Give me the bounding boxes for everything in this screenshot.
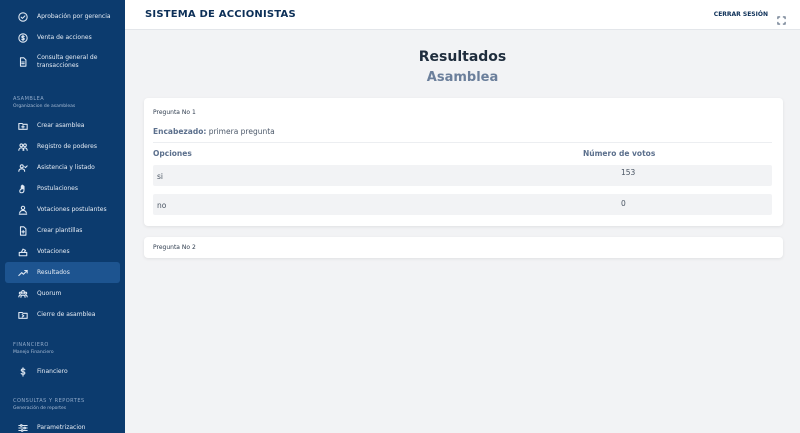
sidebar-item-registro-poderes[interactable]: Registro de poderes: [5, 136, 120, 157]
option-cell: si: [157, 172, 163, 181]
sidebar-item-crear-plantillas[interactable]: Crear plantillas: [5, 220, 120, 241]
sidebar-item-label: Consulta general de transacciones: [37, 54, 98, 69]
sidebar-item-votaciones[interactable]: Votaciones: [5, 241, 120, 262]
top-bar: SISTEMA DE ACCIONISTAS CERRAR SESIÓN: [125, 0, 800, 30]
sidebar-item-label: Parametrizacion: [37, 424, 86, 431]
trending-up-icon: [17, 267, 29, 279]
section-title: CONSULTAS Y REPORTES: [13, 398, 85, 404]
page-title: Resultados: [418, 49, 507, 65]
sidebar-item-consulta-transacciones[interactable]: Consulta general de transacciones: [5, 48, 120, 76]
option-cell: no: [157, 201, 167, 210]
users-check-icon: [17, 162, 29, 174]
sidebar-item-label: Crear asamblea: [37, 122, 85, 129]
question-card: Pregunta No 1 Encabezado: primera pregun…: [144, 98, 783, 226]
sidebar-item-label: Votaciones postulantes: [37, 206, 107, 213]
hand-icon: [17, 183, 29, 195]
app-title: SISTEMA DE ACCIONISTAS: [145, 9, 296, 20]
sidebar-item-quorum[interactable]: Quorum: [5, 283, 120, 304]
check-circle-icon: [17, 11, 29, 23]
sidebar-item-crear-asamblea[interactable]: Crear asamblea: [5, 115, 120, 136]
sidebar-item-label: Resultados: [37, 269, 70, 276]
sidebar-item-label: Asistencia y listado: [37, 164, 95, 171]
sidebar-item-label: Financiero: [37, 368, 68, 375]
dollar-icon: [17, 366, 29, 378]
section-financiero: FINANCIERO Manejo Financiero: [0, 342, 125, 355]
document-plus-icon: [17, 225, 29, 237]
section-title: ASAMBLEA: [13, 96, 45, 102]
question-heading: Encabezado: primera pregunta: [153, 127, 275, 136]
sidebar: Aprobación por gerencia Venta de accione…: [0, 0, 125, 433]
sidebar-item-label: Registro de poderes: [37, 143, 97, 150]
users-icon: [17, 141, 29, 153]
sidebar-item-venta-acciones[interactable]: Venta de acciones: [5, 27, 120, 48]
votes-cell: 153: [621, 168, 636, 177]
votes-cell: 0: [621, 199, 626, 208]
sidebar-item-resultados[interactable]: Resultados: [5, 262, 120, 283]
question-card[interactable]: Pregunta No 2: [144, 237, 783, 258]
question-heading-value: primera pregunta: [206, 127, 275, 136]
user-vote-icon: [17, 204, 29, 216]
fullscreen-icon[interactable]: [777, 10, 786, 25]
section-consultas-reportes: CONSULTAS Y REPORTES Generación de repor…: [0, 398, 125, 411]
sidebar-item-cierre-asamblea[interactable]: Cierre de asamblea: [5, 304, 120, 325]
sidebar-item-label: Quorum: [37, 290, 62, 297]
question-label[interactable]: Pregunta No 2: [153, 244, 196, 251]
document-icon: [17, 56, 29, 68]
section-title: FINANCIERO: [13, 342, 49, 348]
sidebar-item-label: Crear plantillas: [37, 227, 83, 234]
table-row: si 153: [153, 165, 772, 186]
folder-plus-icon: [17, 120, 29, 132]
sidebar-item-label: Postulaciones: [37, 185, 78, 192]
dollar-circle-icon: [17, 32, 29, 44]
sidebar-item-asistencia-listado[interactable]: Asistencia y listado: [5, 157, 120, 178]
sidebar-item-label: Venta de acciones: [37, 34, 92, 41]
logout-button[interactable]: CERRAR SESIÓN: [714, 11, 768, 18]
question-heading-key: Encabezado:: [153, 127, 207, 136]
sliders-icon: [17, 422, 29, 433]
section-asamblea: ASAMBLEA Organizacion de asambleas: [0, 96, 125, 109]
sidebar-item-label: Aprobación por gerencia: [37, 13, 111, 20]
folder-close-icon: [17, 309, 29, 321]
group-icon: [17, 288, 29, 300]
page-subtitle: Asamblea: [426, 70, 499, 85]
sidebar-item-aprobacion-gerencia[interactable]: Aprobación por gerencia: [5, 6, 120, 27]
sidebar-item-votaciones-postulantes[interactable]: Votaciones postulantes: [5, 199, 120, 220]
sidebar-item-parametrizacion[interactable]: Parametrizacion: [5, 417, 120, 433]
sidebar-item-postulaciones[interactable]: Postulaciones: [5, 178, 120, 199]
ballot-icon: [17, 246, 29, 258]
question-label[interactable]: Pregunta No 1: [153, 109, 196, 116]
sidebar-item-label: Cierre de asamblea: [37, 311, 96, 318]
sidebar-item-financiero[interactable]: Financiero: [5, 361, 120, 382]
sidebar-item-label: Votaciones: [37, 248, 70, 255]
table-row: no 0: [153, 194, 772, 215]
column-header-votes: Número de votos: [583, 149, 656, 158]
column-header-options: Opciones: [153, 149, 192, 158]
results-table-header: Opciones Número de votos: [153, 142, 772, 162]
